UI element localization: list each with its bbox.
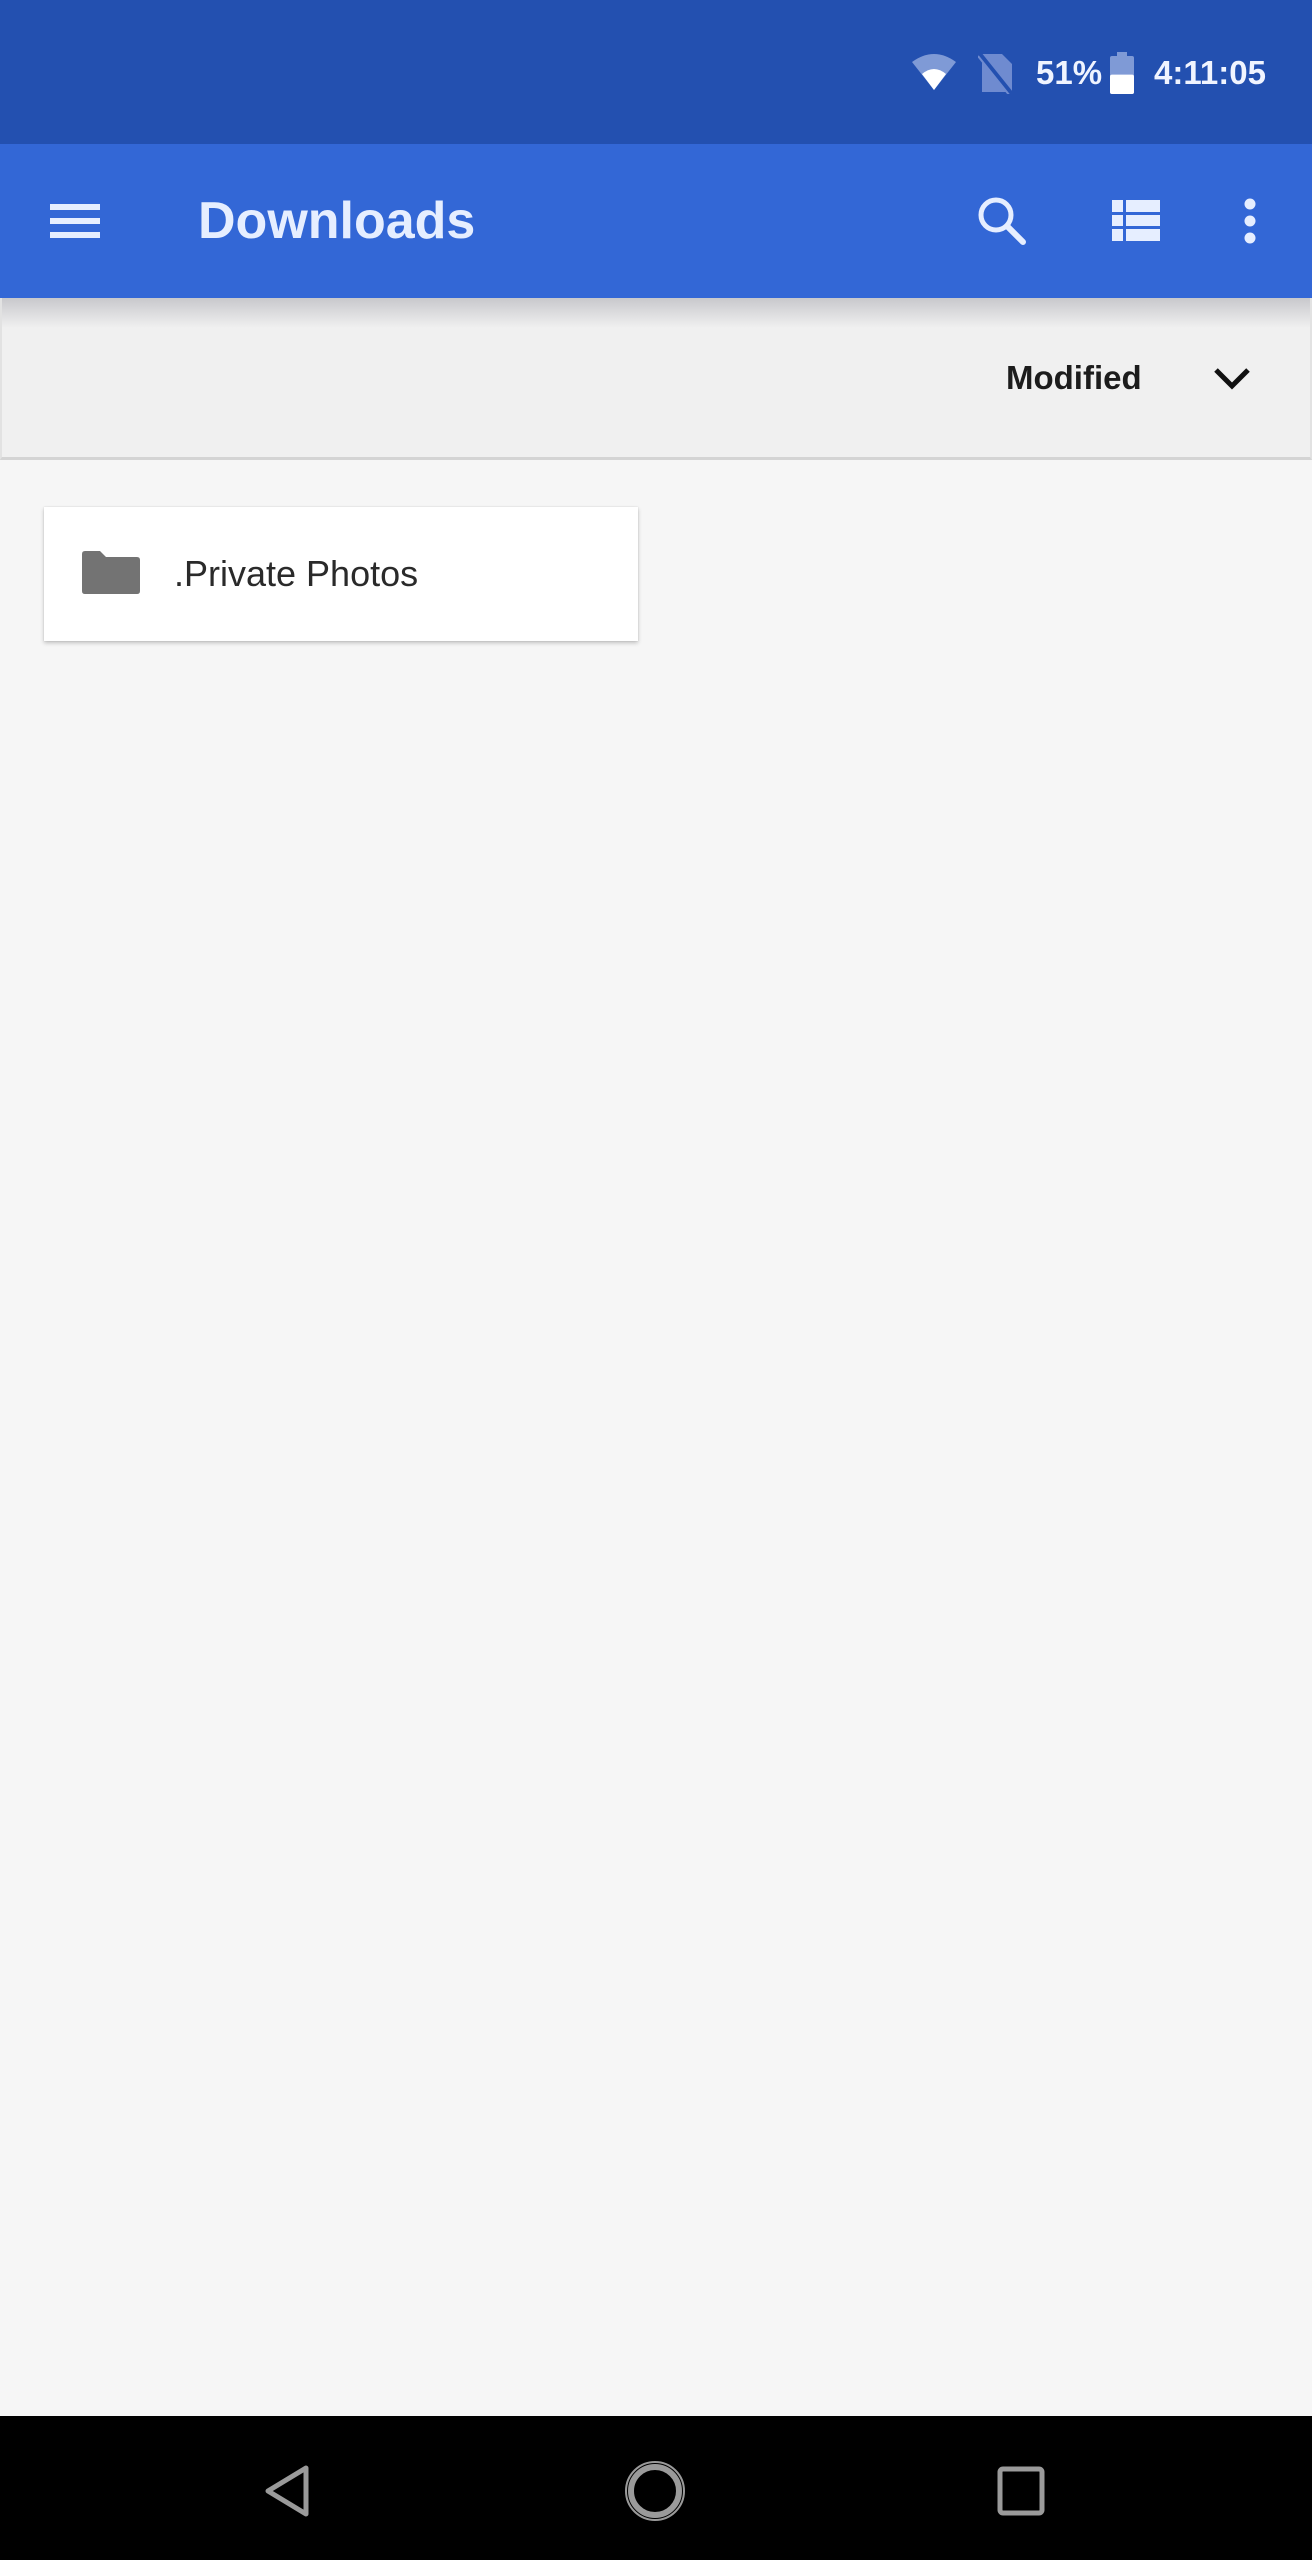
menu-icon bbox=[50, 204, 100, 238]
sort-label: Modified bbox=[1006, 359, 1142, 396]
more-vert-icon bbox=[1244, 198, 1256, 244]
back-triangle-icon bbox=[265, 2465, 309, 2517]
search-button[interactable] bbox=[970, 189, 1034, 253]
battery-percent: 51% bbox=[1036, 54, 1103, 91]
more-options-button[interactable] bbox=[1218, 189, 1282, 253]
app-bar-shadow bbox=[2, 298, 1310, 328]
status-bar: 51% 4:11:05 bbox=[0, 0, 1312, 144]
menu-button[interactable] bbox=[44, 189, 108, 253]
list-view-icon bbox=[1112, 200, 1160, 241]
folder-icon bbox=[82, 551, 140, 594]
app-bar: Downloads bbox=[0, 144, 1312, 298]
clock: 4:11:05 bbox=[1154, 54, 1266, 91]
sort-bar: Modified bbox=[0, 298, 1312, 460]
recents-button[interactable] bbox=[976, 2446, 1066, 2536]
folder-name: .Private Photos bbox=[174, 553, 419, 594]
home-circle-icon bbox=[625, 2461, 685, 2521]
battery-icon bbox=[1110, 52, 1134, 94]
search-icon bbox=[978, 197, 1026, 245]
sort-dropdown[interactable]: Modified bbox=[992, 338, 1272, 418]
back-button[interactable] bbox=[242, 2446, 332, 2536]
file-list: .Private Photos bbox=[0, 460, 1312, 2416]
recents-square-icon bbox=[997, 2466, 1045, 2516]
chevron-down-icon bbox=[1214, 368, 1250, 390]
wifi-icon bbox=[912, 54, 956, 90]
view-mode-button[interactable] bbox=[1104, 189, 1168, 253]
system-nav-bar bbox=[0, 2416, 1312, 2560]
folder-item[interactable]: .Private Photos bbox=[44, 507, 638, 641]
home-button[interactable] bbox=[610, 2446, 700, 2536]
no-sim-icon bbox=[978, 52, 1014, 94]
page-title: Downloads bbox=[198, 192, 476, 250]
